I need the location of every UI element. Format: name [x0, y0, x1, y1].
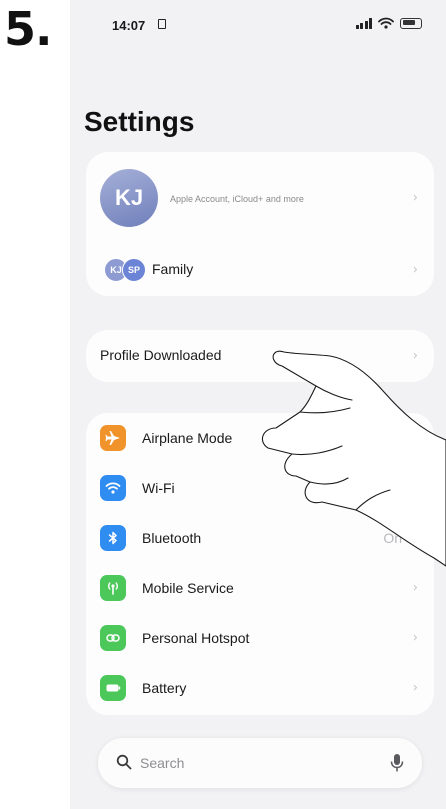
chevron-right-icon: › — [412, 630, 418, 646]
signal-icon — [355, 17, 372, 29]
personal-hotspot-row[interactable]: Personal Hotspot › — [86, 613, 434, 663]
chevron-right-icon: › — [412, 190, 418, 206]
apple-account-row[interactable]: KJ Apple Account, iCloud+ and more › — [86, 152, 434, 244]
page-title: Settings — [84, 106, 195, 137]
search-input[interactable]: Search — [140, 755, 184, 771]
family-avatar-sp: SP — [122, 258, 146, 282]
chevron-right-icon: › — [412, 480, 418, 496]
profile-group: Profile Downloaded › — [86, 330, 434, 382]
phone-screen: 14:07 Settings KJ Apple Account, iCloud+… — [70, 0, 446, 809]
status-time: 14:07 — [112, 18, 146, 33]
profile-downloaded-label: Profile Downloaded — [100, 347, 222, 363]
account-group: KJ Apple Account, iCloud+ and more › KJ … — [86, 152, 434, 296]
status-icons — [355, 17, 422, 29]
profile-downloaded-row[interactable]: Profile Downloaded › — [86, 330, 434, 382]
family-label: Family — [152, 261, 194, 277]
chevron-right-icon: › — [412, 680, 418, 696]
wifi-value: Ramosguest — [323, 480, 402, 496]
account-subtitle: Apple Account, iCloud+ and more — [170, 194, 304, 204]
step-number: 5. — [4, 2, 52, 56]
hotspot-icon — [100, 625, 126, 651]
airplane-icon — [100, 425, 126, 451]
wifi-row[interactable]: Wi-Fi Ramosguest › — [86, 463, 434, 513]
airplane-mode-row[interactable]: Airplane Mode — [86, 413, 434, 463]
mobile-service-label: Mobile Service — [142, 580, 234, 596]
personal-hotspot-label: Personal Hotspot — [142, 630, 250, 646]
chevron-right-icon: › — [412, 348, 418, 364]
bluetooth-icon — [100, 525, 126, 551]
search-icon — [116, 754, 132, 770]
battery-label: Battery — [142, 680, 187, 696]
status-bar: 14:07 — [70, 0, 446, 60]
chevron-right-icon: › — [412, 262, 418, 278]
battery-status-icon — [400, 17, 422, 29]
battery-icon — [100, 675, 126, 701]
bluetooth-value: On — [383, 530, 402, 546]
chevron-right-icon: › — [412, 580, 418, 596]
mobile-service-row[interactable]: Mobile Service › — [86, 563, 434, 613]
wifi-label: Wi-Fi — [142, 480, 175, 496]
bluetooth-label: Bluetooth — [142, 530, 202, 546]
sim-icon — [158, 19, 166, 29]
connectivity-group: Airplane Mode Wi-Fi Ramosguest › Bluetoo… — [86, 413, 434, 715]
airplane-mode-toggle[interactable] — [370, 425, 420, 453]
airplane-mode-label: Airplane Mode — [142, 430, 233, 446]
antenna-icon — [100, 575, 126, 601]
family-row[interactable]: KJ SP Family › — [86, 244, 434, 296]
search-bar[interactable]: Search — [98, 738, 422, 788]
bluetooth-row[interactable]: Bluetooth On › — [86, 513, 434, 563]
wifi-status-icon — [378, 17, 394, 29]
chevron-right-icon: › — [412, 530, 418, 546]
microphone-icon[interactable] — [390, 753, 404, 773]
battery-row[interactable]: Battery › — [86, 663, 434, 713]
avatar: KJ — [100, 169, 158, 227]
wifi-icon — [100, 475, 126, 501]
